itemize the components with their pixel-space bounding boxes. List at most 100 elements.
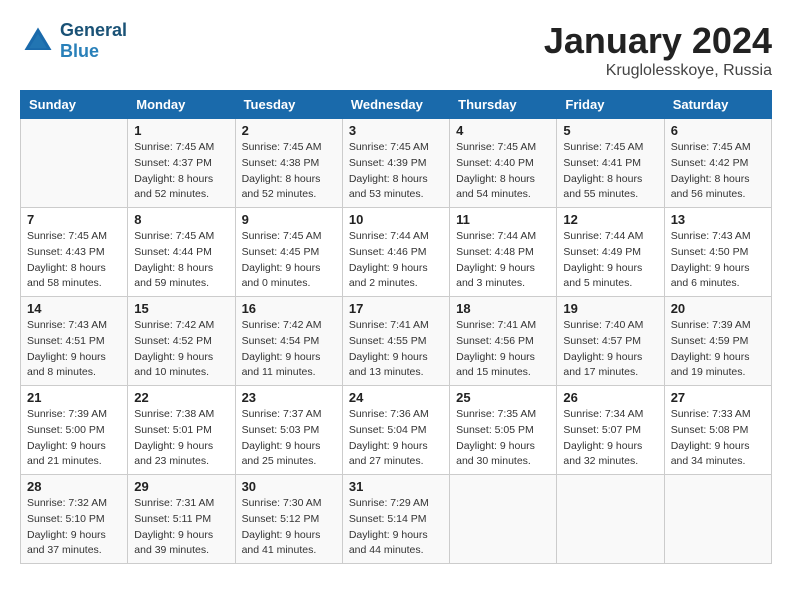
day-info: Sunrise: 7:42 AMSunset: 4:54 PMDaylight:…: [242, 318, 336, 381]
day-info: Sunrise: 7:41 AMSunset: 4:56 PMDaylight:…: [456, 318, 550, 381]
calendar-body: 1 Sunrise: 7:45 AMSunset: 4:37 PMDaylight…: [21, 119, 772, 564]
calendar-cell: 27 Sunrise: 7:33 AMSunset: 5:08 PMDayligh…: [664, 386, 771, 475]
calendar-week-row: 1 Sunrise: 7:45 AMSunset: 4:37 PMDaylight…: [21, 119, 772, 208]
calendar-cell: 3Sunrise: 7:45 AMSunset: 4:39 PMDaylight…: [342, 119, 449, 208]
day-info: Sunrise: 7:45 AMSunset: 4:45 PMDaylight:…: [242, 229, 336, 292]
calendar-cell: [450, 475, 557, 564]
day-number: 19: [563, 301, 657, 316]
day-info: Sunrise: 7:45 AMSunset: 4:41 PMDaylight:…: [563, 140, 657, 203]
page-header: General Blue January 2024 Kruglolesskoye…: [20, 20, 772, 80]
day-info: Sunrise: 7:45 AMSunset: 4:40 PMDaylight:…: [456, 140, 550, 203]
weekday-header-sunday: Sunday: [21, 91, 128, 119]
logo: General Blue: [20, 20, 127, 62]
day-info: Sunrise: 7:37 AMSunset: 5:03 PMDaylight:…: [242, 407, 336, 470]
month-title: January 2024: [544, 20, 772, 62]
day-number: 2: [242, 123, 336, 138]
day-info: Sunrise: 7:36 AMSunset: 5:04 PMDaylight:…: [349, 407, 443, 470]
calendar-cell: 30 Sunrise: 7:30 AMSunset: 5:12 PMDayligh…: [235, 475, 342, 564]
day-number: 21: [27, 390, 121, 405]
calendar-cell: 28 Sunrise: 7:32 AMSunset: 5:10 PMDayligh…: [21, 475, 128, 564]
day-info: Sunrise: 7:45 AMSunset: 4:42 PMDaylight:…: [671, 140, 765, 203]
calendar-week-row: 7 Sunrise: 7:45 AMSunset: 4:43 PMDaylight…: [21, 208, 772, 297]
calendar-cell: 11Sunrise: 7:44 AMSunset: 4:48 PMDayligh…: [450, 208, 557, 297]
day-number: 1: [134, 123, 228, 138]
day-number: 13: [671, 212, 765, 227]
weekday-header-friday: Friday: [557, 91, 664, 119]
weekday-header-wednesday: Wednesday: [342, 91, 449, 119]
calendar-cell: 15Sunrise: 7:42 AMSunset: 4:52 PMDayligh…: [128, 297, 235, 386]
day-info: Sunrise: 7:39 AMSunset: 4:59 PMDaylight:…: [671, 318, 765, 381]
day-info: Sunrise: 7:43 AMSunset: 4:50 PMDaylight:…: [671, 229, 765, 292]
day-info: Sunrise: 7:45 AMSunset: 4:43 PMDaylight:…: [27, 229, 121, 292]
day-number: 12: [563, 212, 657, 227]
day-info: Sunrise: 7:44 AMSunset: 4:48 PMDaylight:…: [456, 229, 550, 292]
day-info: Sunrise: 7:44 AMSunset: 4:49 PMDaylight:…: [563, 229, 657, 292]
calendar-table: SundayMondayTuesdayWednesdayThursdayFrid…: [20, 90, 772, 564]
day-number: 15: [134, 301, 228, 316]
calendar-cell: 22 Sunrise: 7:38 AMSunset: 5:01 PMDayligh…: [128, 386, 235, 475]
weekday-header-tuesday: Tuesday: [235, 91, 342, 119]
day-number: 16: [242, 301, 336, 316]
calendar-cell: 10Sunrise: 7:44 AMSunset: 4:46 PMDayligh…: [342, 208, 449, 297]
day-number: 28: [27, 479, 121, 494]
day-info: Sunrise: 7:45 AMSunset: 4:37 PMDaylight:…: [134, 140, 228, 203]
calendar-cell: 26Sunrise: 7:34 AMSunset: 5:07 PMDayligh…: [557, 386, 664, 475]
day-number: 27: [671, 390, 765, 405]
day-number: 6: [671, 123, 765, 138]
calendar-cell: 5 Sunrise: 7:45 AMSunset: 4:41 PMDaylight…: [557, 119, 664, 208]
day-info: Sunrise: 7:30 AMSunset: 5:12 PMDaylight:…: [242, 496, 336, 559]
calendar-week-row: 14Sunrise: 7:43 AMSunset: 4:51 PMDayligh…: [21, 297, 772, 386]
day-number: 30: [242, 479, 336, 494]
location: Kruglolesskoye, Russia: [544, 62, 772, 80]
day-number: 18: [456, 301, 550, 316]
weekday-header-saturday: Saturday: [664, 91, 771, 119]
day-number: 20: [671, 301, 765, 316]
day-number: 31: [349, 479, 443, 494]
day-info: Sunrise: 7:38 AMSunset: 5:01 PMDaylight:…: [134, 407, 228, 470]
day-info: Sunrise: 7:31 AMSunset: 5:11 PMDaylight:…: [134, 496, 228, 559]
day-info: Sunrise: 7:32 AMSunset: 5:10 PMDaylight:…: [27, 496, 121, 559]
calendar-cell: 12 Sunrise: 7:44 AMSunset: 4:49 PMDayligh…: [557, 208, 664, 297]
day-number: 22: [134, 390, 228, 405]
day-info: Sunrise: 7:40 AMSunset: 4:57 PMDaylight:…: [563, 318, 657, 381]
day-number: 25: [456, 390, 550, 405]
day-info: Sunrise: 7:39 AMSunset: 5:00 PMDaylight:…: [27, 407, 121, 470]
calendar-cell: 25Sunrise: 7:35 AMSunset: 5:05 PMDayligh…: [450, 386, 557, 475]
calendar-cell: [21, 119, 128, 208]
calendar-cell: 23 Sunrise: 7:37 AMSunset: 5:03 PMDayligh…: [235, 386, 342, 475]
calendar-cell: 24Sunrise: 7:36 AMSunset: 5:04 PMDayligh…: [342, 386, 449, 475]
day-info: Sunrise: 7:29 AMSunset: 5:14 PMDaylight:…: [349, 496, 443, 559]
weekday-header-thursday: Thursday: [450, 91, 557, 119]
calendar-cell: 13 Sunrise: 7:43 AMSunset: 4:50 PMDayligh…: [664, 208, 771, 297]
calendar-week-row: 28 Sunrise: 7:32 AMSunset: 5:10 PMDayligh…: [21, 475, 772, 564]
day-number: 3: [349, 123, 443, 138]
day-number: 23: [242, 390, 336, 405]
day-info: Sunrise: 7:45 AMSunset: 4:44 PMDaylight:…: [134, 229, 228, 292]
day-number: 7: [27, 212, 121, 227]
day-info: Sunrise: 7:41 AMSunset: 4:55 PMDaylight:…: [349, 318, 443, 381]
calendar-cell: 4 Sunrise: 7:45 AMSunset: 4:40 PMDaylight…: [450, 119, 557, 208]
calendar-cell: 17Sunrise: 7:41 AMSunset: 4:55 PMDayligh…: [342, 297, 449, 386]
weekday-header-monday: Monday: [128, 91, 235, 119]
calendar-cell: 9 Sunrise: 7:45 AMSunset: 4:45 PMDaylight…: [235, 208, 342, 297]
calendar-cell: 7 Sunrise: 7:45 AMSunset: 4:43 PMDaylight…: [21, 208, 128, 297]
calendar-cell: [664, 475, 771, 564]
day-number: 5: [563, 123, 657, 138]
day-info: Sunrise: 7:34 AMSunset: 5:07 PMDaylight:…: [563, 407, 657, 470]
calendar-cell: 20 Sunrise: 7:39 AMSunset: 4:59 PMDayligh…: [664, 297, 771, 386]
calendar-cell: 31 Sunrise: 7:29 AMSunset: 5:14 PMDayligh…: [342, 475, 449, 564]
day-number: 9: [242, 212, 336, 227]
calendar-cell: 29 Sunrise: 7:31 AMSunset: 5:11 PMDayligh…: [128, 475, 235, 564]
day-number: 10: [349, 212, 443, 227]
calendar-cell: 16 Sunrise: 7:42 AMSunset: 4:54 PMDayligh…: [235, 297, 342, 386]
logo-text: General Blue: [60, 20, 127, 62]
calendar-cell: 19 Sunrise: 7:40 AMSunset: 4:57 PMDayligh…: [557, 297, 664, 386]
calendar-cell: 8Sunrise: 7:45 AMSunset: 4:44 PMDaylight…: [128, 208, 235, 297]
calendar-cell: 1 Sunrise: 7:45 AMSunset: 4:37 PMDaylight…: [128, 119, 235, 208]
day-info: Sunrise: 7:45 AMSunset: 4:38 PMDaylight:…: [242, 140, 336, 203]
logo-icon: [20, 23, 56, 59]
day-info: Sunrise: 7:33 AMSunset: 5:08 PMDaylight:…: [671, 407, 765, 470]
day-number: 29: [134, 479, 228, 494]
day-number: 4: [456, 123, 550, 138]
calendar-cell: 6 Sunrise: 7:45 AMSunset: 4:42 PMDaylight…: [664, 119, 771, 208]
